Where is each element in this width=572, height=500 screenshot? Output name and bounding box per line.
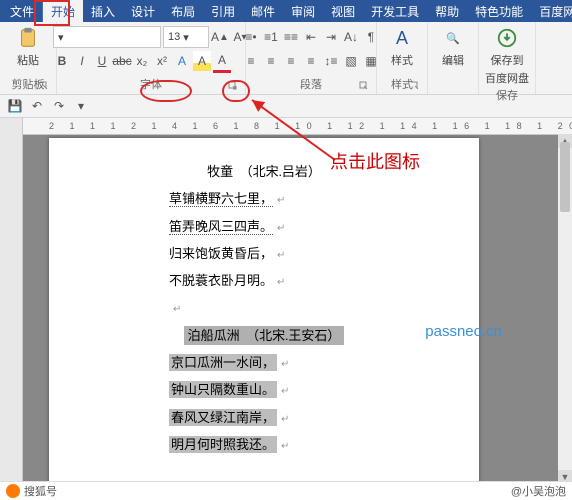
menu-2[interactable]: 插入 bbox=[83, 0, 123, 23]
grow-font-icon[interactable]: A▲ bbox=[211, 27, 229, 47]
qat-dropdown-icon[interactable]: ▾ bbox=[72, 97, 90, 115]
footer-author: @小吴泡泡 bbox=[511, 483, 566, 499]
menu-4[interactable]: 布局 bbox=[163, 0, 203, 23]
vertical-ruler bbox=[0, 118, 23, 500]
multilevel-button[interactable]: ≡≡ bbox=[282, 27, 300, 47]
styles-button[interactable]: A 样式 bbox=[390, 24, 414, 68]
horizontal-ruler: 2 1 1 1 2 1 4 1 6 1 8 1 10 1 12 1 14 1 1… bbox=[23, 118, 572, 135]
group-clipboard: 粘贴 剪贴板 bbox=[0, 22, 57, 94]
superscript-button[interactable]: x² bbox=[153, 51, 171, 71]
menu-11[interactable]: 特色功能 bbox=[467, 0, 531, 23]
font-launcher-icon[interactable] bbox=[227, 80, 239, 92]
ribbon: 粘贴 剪贴板 ▾ 13 ▾ A▲ A▾ B I U bbox=[0, 22, 572, 95]
sohu-logo-icon bbox=[6, 484, 20, 498]
styles-launcher-icon[interactable] bbox=[409, 80, 421, 92]
paragraph-label: 段落 bbox=[250, 75, 372, 94]
clipboard-launcher-icon[interactable] bbox=[38, 80, 50, 92]
font-name-select[interactable]: ▾ bbox=[53, 26, 161, 48]
justify-button[interactable]: ≡ bbox=[302, 51, 320, 71]
align-center-button[interactable]: ≡ bbox=[262, 51, 280, 71]
underline-button[interactable]: U bbox=[93, 51, 111, 71]
qat-save-icon[interactable]: 💾 bbox=[6, 97, 24, 115]
group-editing: 🔍 编辑 bbox=[428, 22, 479, 94]
document-page[interactable]: 牧童 （北宋.吕岩） 草铺横野六七里，↵ 笛弄晚风三四声。↵ 归来饱饭黄昏后，↵… bbox=[49, 138, 479, 500]
align-right-button[interactable]: ≡ bbox=[282, 51, 300, 71]
menu-5[interactable]: 引用 bbox=[203, 0, 243, 23]
vertical-scrollbar[interactable]: ▲ ▼ bbox=[558, 134, 572, 484]
align-left-button[interactable]: ≡ bbox=[242, 51, 260, 71]
menu-1[interactable]: 开始 bbox=[43, 0, 83, 23]
increase-indent-button[interactable]: ⇥ bbox=[322, 27, 340, 47]
footer: 搜狐号 @小吴泡泡 bbox=[0, 481, 572, 500]
clipboard-label: 剪贴板 bbox=[4, 75, 52, 94]
bold-button[interactable]: B bbox=[53, 51, 71, 71]
editing-button[interactable]: 🔍 编辑 bbox=[441, 24, 465, 68]
decrease-indent-button[interactable]: ⇤ bbox=[302, 27, 320, 47]
highlight-button[interactable]: A bbox=[193, 51, 211, 71]
sort-button[interactable]: A↓ bbox=[342, 27, 360, 47]
workspace: 2 1 1 1 2 1 4 1 6 1 8 1 10 1 12 1 14 1 1… bbox=[0, 118, 572, 500]
group-paragraph: ≡• ≡1 ≡≡ ⇤ ⇥ A↓ ¶ ≡ ≡ ≡ ≡ ↕≡ ▧ ▦ bbox=[246, 22, 377, 94]
paste-label: 粘贴 bbox=[17, 52, 39, 68]
numbering-button[interactable]: ≡1 bbox=[262, 27, 280, 47]
font-size-select[interactable]: 13 ▾ bbox=[163, 26, 209, 48]
menu-6[interactable]: 邮件 bbox=[243, 0, 283, 23]
paste-button[interactable]: 粘贴 bbox=[16, 24, 40, 68]
line-spacing-button[interactable]: ↕≡ bbox=[322, 51, 340, 71]
font-color-button[interactable]: A bbox=[213, 50, 231, 73]
menu-9[interactable]: 开发工具 bbox=[363, 0, 427, 23]
group-styles: A 样式 样式 bbox=[377, 22, 428, 94]
italic-button[interactable]: I bbox=[73, 51, 91, 71]
save-baidu-button[interactable]: 保存到 百度网盘 bbox=[485, 24, 529, 86]
menu-12[interactable]: 百度网盘 bbox=[531, 0, 572, 23]
scrollbar-thumb[interactable] bbox=[560, 142, 570, 212]
paragraph-launcher-icon[interactable] bbox=[358, 80, 370, 92]
group-font: ▾ 13 ▾ A▲ A▾ B I U abc x₂ x² A A A bbox=[57, 22, 246, 94]
menu-7[interactable]: 审阅 bbox=[283, 0, 323, 23]
shading-button[interactable]: ▧ bbox=[342, 51, 360, 71]
menu-0[interactable]: 文件 bbox=[2, 0, 43, 23]
qat-undo-icon[interactable]: ↶ bbox=[28, 97, 46, 115]
subscript-button[interactable]: x₂ bbox=[133, 51, 151, 71]
qat-redo-icon[interactable]: ↷ bbox=[50, 97, 68, 115]
menu-10[interactable]: 帮助 bbox=[427, 0, 467, 23]
menu-8[interactable]: 视图 bbox=[323, 0, 363, 23]
text-effect-button[interactable]: A bbox=[173, 51, 191, 71]
bullets-button[interactable]: ≡• bbox=[242, 27, 260, 47]
menubar: 文件开始插入设计布局引用邮件审阅视图开发工具帮助特色功能百度网盘操作说明搜索 bbox=[0, 0, 572, 22]
group-baidu: 保存到 百度网盘 保存 bbox=[479, 22, 536, 94]
strike-button[interactable]: abc bbox=[113, 51, 131, 71]
font-group-label: 字体 bbox=[61, 75, 241, 94]
menu-3[interactable]: 设计 bbox=[123, 0, 163, 23]
